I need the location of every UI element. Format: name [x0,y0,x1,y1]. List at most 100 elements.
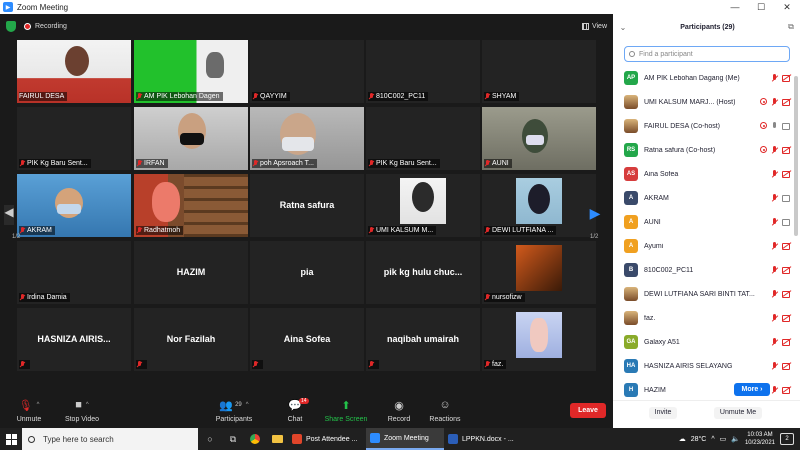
taskbar-app[interactable]: LPPKN.docx - ... [444,428,522,450]
next-page-button[interactable]: ▶ [589,205,601,225]
video-tile[interactable]: Aina Sofea [250,308,364,371]
previous-page-button[interactable]: ◀ [4,205,14,225]
participant-list-item[interactable]: B 810C002_PC11 [613,258,793,282]
video-tile[interactable]: AM PIK Lebohan Dagen [134,40,248,103]
video-tile[interactable]: poh Apsroach T... [250,107,364,170]
microphone-muted-icon [771,170,778,178]
participant-list-item[interactable]: H HAZIM More › [613,378,793,402]
video-tile[interactable]: AUNI [482,107,596,170]
chevron-up-icon[interactable]: ^ [246,402,249,408]
video-tile[interactable]: UMI KALSUM M... [366,174,480,237]
find-participant-input[interactable]: Find a participant [624,46,790,62]
record-button[interactable]: ◉ Record [384,398,414,424]
participants-panel: ⌄ Participants (29) ⧉ Find a participant… [613,14,800,428]
notification-center-button[interactable]: 2 [780,433,794,445]
participant-list-scrollbar[interactable] [794,76,798,236]
popout-icon[interactable]: ⧉ [782,22,800,32]
chat-button[interactable]: 💬 14 Chat [281,398,309,423]
chevron-down-icon[interactable]: ⌄ [613,23,633,32]
microphone-muted-icon [771,386,778,394]
recording-icon [760,98,767,105]
microphone-muted-icon [368,160,374,167]
participant-list-item[interactable]: FAIRUL DESA (Co-host) [613,114,793,138]
video-tile[interactable]: IRFAN [134,107,248,170]
video-tile[interactable]: 810C002_PC11 [366,40,480,103]
video-tile[interactable]: naqibah umairah [366,308,480,371]
recording-label: Recording [35,22,67,30]
video-camera-off-icon [782,338,791,346]
video-tile[interactable]: faz. [482,308,596,371]
share-screen-button[interactable]: ⬆ Share Screen [324,398,368,424]
video-tile[interactable]: FAIRUL DESA [17,40,131,103]
participant-list-item[interactable]: A AUNI [613,210,793,234]
participant-name: UMI KALSUM MARJ... (Host) [644,98,736,106]
participants-button[interactable]: 👥 29 ^ Participants [212,398,256,424]
participant-list-item[interactable]: faz. [613,306,793,330]
video-tile[interactable]: QAYYIM [250,40,364,103]
chevron-up-icon[interactable]: ^ [37,402,40,408]
stop-video-label: Stop Video [64,416,100,423]
participant-list-item[interactable]: A Ayumi [613,234,793,258]
participant-name-label [136,360,147,369]
video-tile[interactable]: Irdina Damia [17,241,131,304]
participant-name: Aina Sofea [644,170,679,178]
participant-name: DEWI LUTFIANA ... [492,227,554,234]
unmute-me-button[interactable]: Unmute Me [714,407,762,419]
volume-icon[interactable]: 🔈 [731,435,740,443]
participant-name-label: QAYYIM [252,92,290,101]
participant-list-item[interactable]: A AKRAM [613,186,793,210]
video-tile[interactable]: SHYAM [482,40,596,103]
leave-button[interactable]: Leave [570,403,606,418]
more-button[interactable]: More › [734,383,770,396]
video-tile[interactable]: nursofizw [482,241,596,304]
invite-button[interactable]: Invite [649,407,677,419]
task-view-icon[interactable]: ⧉ [222,428,244,450]
participant-list-item[interactable]: HA HASNIZA AIRIS SELAYANG [613,354,793,378]
cortana-icon[interactable]: ○ [198,428,222,450]
participant-list-item[interactable]: AP AM PIK Lebohan Dagang (Me) [613,66,793,90]
participant-display-name: pik kg hulu chuc... [383,267,463,277]
participant-list-item[interactable]: AS Aina Sofea [613,162,793,186]
participants-icon: 👥 [219,399,234,412]
unmute-button[interactable]: 🎙 ^ Unmute [12,398,46,424]
video-tile[interactable]: Nor Fazilah [134,308,248,371]
chat-badge: 14 [299,398,309,404]
network-icon[interactable]: ▭ [720,435,727,443]
grid-view-icon [581,22,589,30]
video-tile[interactable]: Radhatmoh [134,174,248,237]
tray-chevron-icon[interactable]: ^ [711,436,714,443]
chrome-icon[interactable] [244,428,266,450]
video-tile[interactable]: Ratna safura [250,174,364,237]
weather-cloud-icon[interactable]: ☁ [679,435,686,443]
security-shield-icon[interactable] [6,20,16,32]
video-tile[interactable]: pia [250,241,364,304]
video-tile[interactable]: HASNIZA AIRIS... [17,308,131,371]
participant-list-item[interactable]: GA Galaxy A51 [613,330,793,354]
chevron-up-icon[interactable]: ^ [86,402,89,408]
video-tile[interactable]: HAZIM [134,241,248,304]
participant-name-label: AKRAM [19,226,55,235]
video-tile[interactable]: PIK Kg Baru Sent... [366,107,480,170]
taskbar-app[interactable]: Zoom Meeting [366,428,444,450]
taskbar-app[interactable]: Post Attendee ... [288,428,366,450]
stop-video-button[interactable]: ■ ^ Stop Video [62,398,102,423]
participant-name-label: AM PIK Lebohan Dagen [136,92,223,101]
video-tile[interactable]: PIK Kg Baru Sent... [17,107,131,170]
start-button[interactable] [0,428,22,450]
participant-list-item[interactable]: RS Ratna safura (Co-host) [613,138,793,162]
recording-icon [760,122,767,129]
video-tile[interactable]: pik kg hulu chuc... [366,241,480,304]
maximize-button[interactable]: ☐ [748,2,774,13]
video-tile[interactable]: DEWI LUTFIANA ... [482,174,596,237]
participant-list-item[interactable]: UMI KALSUM MARJ... (Host) [613,90,793,114]
close-button[interactable]: ✕ [774,2,800,13]
taskbar-search-box[interactable]: Type here to search [22,428,198,450]
reactions-button[interactable]: ☺ Reactions [428,398,462,423]
minimize-button[interactable]: — [722,2,748,13]
video-tile[interactable]: AKRAM [17,174,131,237]
file-explorer-icon[interactable] [266,428,288,450]
app-icon [448,434,458,444]
clock[interactable]: 10:03 AM 10/23/2021 [745,431,775,447]
participant-list-item[interactable]: DEWI LUTFIANA SARI BINTI TAT... [613,282,793,306]
view-button[interactable]: View [581,22,607,30]
